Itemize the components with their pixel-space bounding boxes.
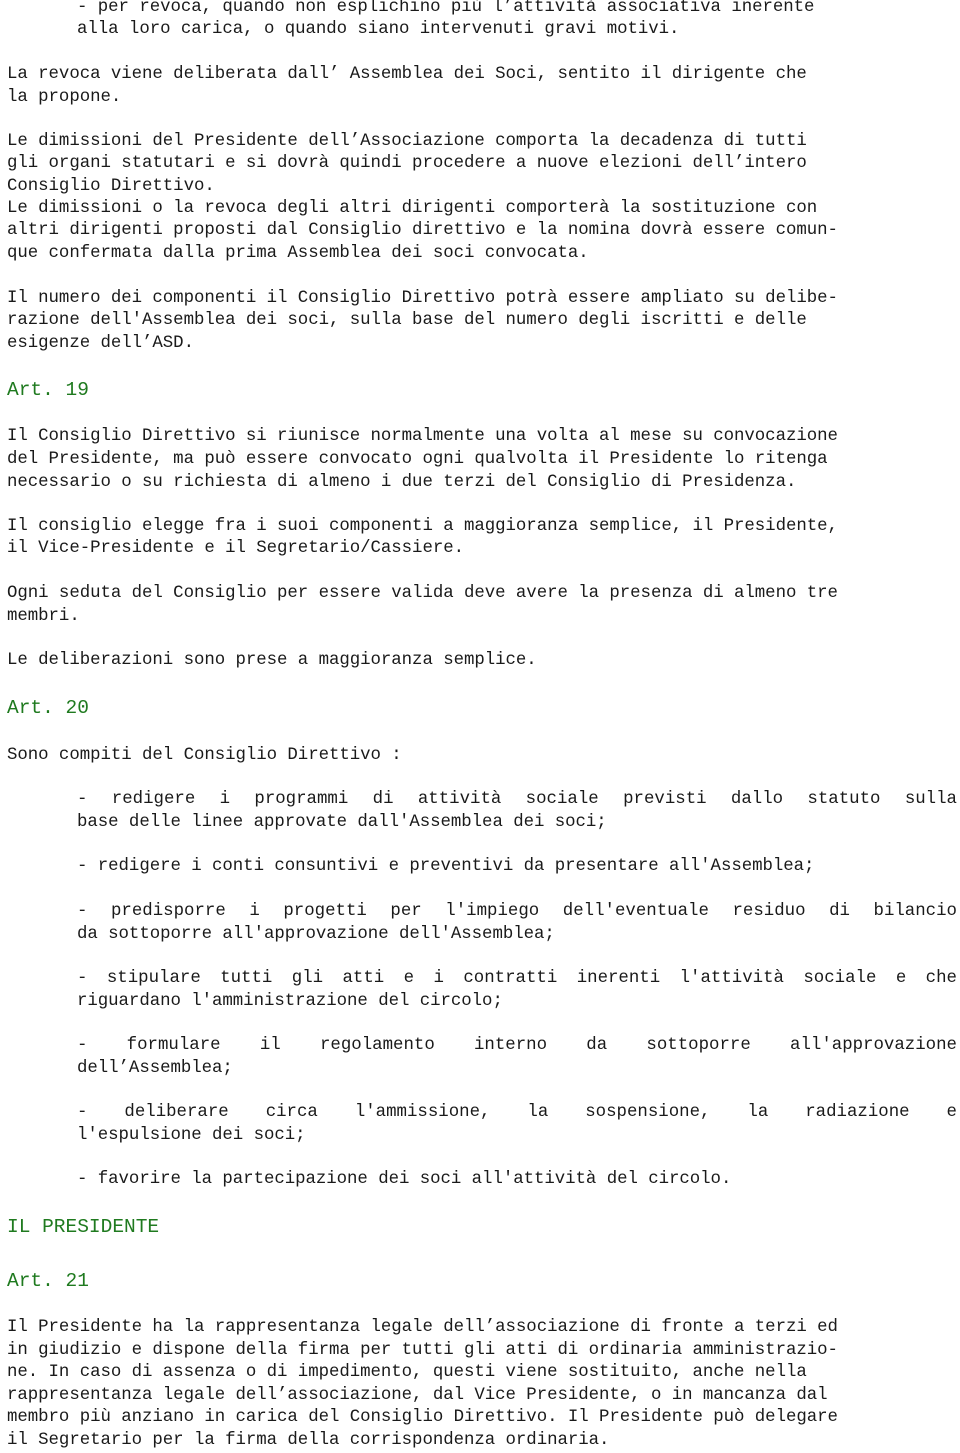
text-line: - stipulare tutti gli atti e i contratti… <box>77 969 957 988</box>
text-line: ne. In caso di assenza o di impedimento,… <box>7 1363 807 1382</box>
text-line: l'espulsione dei soci; <box>77 1126 306 1145</box>
text-line: - redigere i programmi di attività socia… <box>77 790 957 809</box>
text-line: - predisporre i progetti per l'impiego d… <box>77 902 957 921</box>
text-line: riguardano l'amministrazione del circolo… <box>77 992 503 1011</box>
art20-intro: Sono compiti del Consiglio Direttivo : <box>7 746 402 765</box>
article-heading-20: Art. 20 <box>7 697 89 719</box>
text-line: membri. <box>7 607 80 626</box>
text-line: altri dirigenti proposti dal Consiglio d… <box>7 221 838 240</box>
text-line: il Segretario per la firma della corrisp… <box>7 1431 610 1450</box>
text-line: il Vice-Presidente e il Segretario/Cassi… <box>7 539 464 558</box>
text-line: gli organi statutari e si dovrà quindi p… <box>7 154 807 173</box>
text-line: membro più anziano in carica del Consigl… <box>7 1408 838 1427</box>
text-line: esigenze dell’ASD. <box>7 334 194 353</box>
text-line: - deliberare circa l'ammissione, la sosp… <box>77 1103 957 1122</box>
text-line: dell’Assemblea; <box>77 1059 233 1078</box>
text-line: rappresentanza legale dell’associazione,… <box>7 1386 828 1405</box>
text-line: Ogni seduta del Consiglio per essere val… <box>7 584 838 603</box>
text-line: in giudizio e dispone della firma per tu… <box>7 1341 838 1360</box>
text-line: alla loro carica, o quando siano interve… <box>77 20 680 39</box>
text-line: la propone. <box>7 88 122 107</box>
text-line: que confermata dalla prima Assemblea dei… <box>7 244 589 263</box>
text-line: - redigere i conti consuntivi e preventi… <box>77 857 815 876</box>
text-line: - per revoca, quando non esplichino più … <box>77 0 815 17</box>
text-line: necessario o su richiesta di almeno i du… <box>7 473 797 492</box>
section-heading-presidente: IL PRESIDENTE <box>7 1216 160 1238</box>
text-line: Il Presidente ha la rappresentanza legal… <box>7 1318 838 1337</box>
text-line: - formulare il regolamento interno da so… <box>77 1036 957 1055</box>
text-line: Il Consiglio Direttivo si riunisce norma… <box>7 427 838 446</box>
text-line: Il consiglio elegge fra i suoi component… <box>7 517 838 536</box>
art19-paragraph-4: Le deliberazioni sono prese a maggioranz… <box>7 651 537 670</box>
text-line: - favorire la partecipazione dei soci al… <box>77 1170 732 1189</box>
text-line: da sottoporre all'approvazione dell'Asse… <box>77 925 555 944</box>
article-heading-21: Art. 21 <box>7 1270 89 1292</box>
article-heading-19: Art. 19 <box>7 379 89 401</box>
text-line: Le dimissioni del Presidente dell’Associ… <box>7 132 807 151</box>
text-line: Consiglio Direttivo. <box>7 177 215 196</box>
text-line: del Presidente, ma può essere convocato … <box>7 450 828 469</box>
text-line: base delle linee approvate dall'Assemble… <box>77 813 607 832</box>
text-line: Il numero dei componenti il Consiglio Di… <box>7 289 838 308</box>
text-line: razione dell'Assemblea dei soci, sulla b… <box>7 311 807 330</box>
text-line: Le dimissioni o la revoca degli altri di… <box>7 199 818 218</box>
text-line: La revoca viene deliberata dall’ Assembl… <box>7 65 807 84</box>
